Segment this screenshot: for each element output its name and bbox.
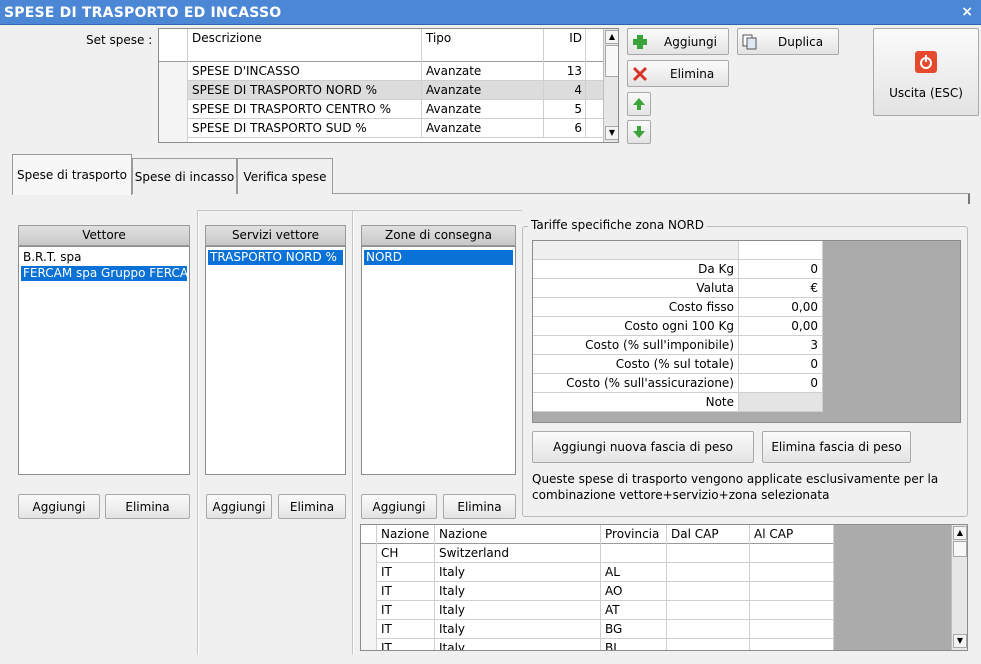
zone-aggiungi-button[interactable]: Aggiungi [361, 494, 437, 519]
zone-header: Zone di consegna [361, 225, 516, 246]
divider [352, 210, 354, 655]
set-spese-grid[interactable]: Descrizione Tipo ID SPESE D'INCASSO Avan… [158, 28, 619, 143]
title-bar: SPESE DI TRASPORTO ED INCASSO × [0, 0, 981, 25]
set-spese-scrollbar[interactable]: ▲ ▼ [603, 29, 618, 142]
col-tipo[interactable]: Tipo [422, 29, 544, 62]
vettore-aggiungi-button[interactable]: Aggiungi [18, 494, 100, 519]
divider [197, 210, 355, 212]
window-title: SPESE DI TRASPORTO ED INCASSO [4, 5, 282, 21]
divider [352, 210, 522, 212]
move-down-button[interactable] [627, 120, 651, 144]
duplica-label: Duplica [778, 34, 824, 49]
tab-strip: Spese di trasporto Spese di incasso Veri… [12, 154, 970, 195]
vettore-elimina-button[interactable]: Elimina [105, 494, 190, 519]
tariffe-rows: Da Kg 0 Valuta € Costo fisso 0,00 Costo … [533, 260, 823, 412]
vettore-list[interactable]: B.R.T. spa FERCAM spa Gruppo FERCAM [18, 246, 190, 475]
servizi-elimina-button[interactable]: Elimina [278, 494, 346, 519]
power-icon [915, 51, 937, 73]
nazioni-scrollbar[interactable]: ▲ ▼ [951, 525, 967, 650]
servizi-header: Servizi vettore [205, 225, 346, 246]
divider [968, 194, 970, 204]
aggiungi-fascia-button[interactable]: Aggiungi nuova fascia di peso [532, 431, 754, 463]
table-row-selected[interactable]: SPESE DI TRASPORTO NORD % Avanzate 4 [159, 81, 604, 100]
col-id[interactable]: ID [544, 29, 586, 62]
grid-header: Descrizione Tipo ID [159, 29, 604, 62]
elimina-label: Elimina [670, 66, 715, 81]
col-al-cap[interactable]: Al CAP [750, 525, 834, 544]
aggiungi-label: Aggiungi [664, 34, 717, 49]
table-row[interactable]: CH Switzerland [361, 544, 834, 563]
zone-list[interactable]: NORD [361, 246, 516, 475]
scroll-thumb[interactable] [953, 541, 967, 557]
elimina-fascia-button[interactable]: Elimina fascia di peso [762, 431, 911, 463]
uscita-label: Uscita (ESC) [889, 86, 963, 100]
col-dal-cap[interactable]: Dal CAP [667, 525, 750, 544]
arrow-up-icon [633, 98, 645, 110]
table-row[interactable]: SPESE DI TRASPORTO SUD % Avanzate 6 [159, 119, 604, 138]
table-row[interactable]: IT Italy AL [361, 563, 834, 582]
set-spese-label: Set spese : [86, 33, 153, 47]
tab-spese-trasporto[interactable]: Spese di trasporto [12, 154, 132, 195]
grid-header: Nazione Nazione Provincia Dal CAP Al CAP [361, 525, 834, 544]
servizi-aggiungi-button[interactable]: Aggiungi [206, 494, 272, 519]
table-row[interactable]: SPESE DI TRASPORTO CENTRO % Avanzate 5 [159, 100, 604, 119]
close-icon[interactable]: × [961, 4, 973, 20]
tab-spese-incasso[interactable]: Spese di incasso [132, 158, 237, 194]
list-item-selected[interactable]: NORD [364, 250, 513, 265]
aggiungi-button[interactable]: Aggiungi [627, 28, 729, 55]
move-up-button[interactable] [627, 92, 651, 116]
scroll-up-icon[interactable]: ▲ [605, 30, 618, 44]
divider [197, 210, 199, 655]
duplicate-icon [742, 34, 757, 49]
table-row[interactable]: IT Italy AO [361, 582, 834, 601]
table-row[interactable]: IT Italy AT [361, 601, 834, 620]
col-nazione-code[interactable]: Nazione [377, 525, 435, 544]
col-descrizione[interactable]: Descrizione [188, 29, 422, 62]
list-item-selected[interactable]: FERCAM spa Gruppo FERCAM [21, 266, 187, 281]
scroll-down-icon[interactable]: ▼ [953, 634, 967, 648]
plus-icon [633, 34, 647, 49]
list-item-selected[interactable]: TRASPORTO NORD % [208, 250, 343, 265]
zone-elimina-button[interactable]: Elimina [443, 494, 516, 519]
table-row[interactable]: IT Italy BG [361, 620, 834, 639]
tariffe-note-1: Queste spese di trasporto vengono applic… [532, 472, 939, 486]
duplica-button[interactable]: Duplica [737, 28, 839, 55]
col-nazione-name[interactable]: Nazione [435, 525, 601, 544]
uscita-button[interactable]: Uscita (ESC) [873, 28, 979, 116]
tariffe-col-header [739, 241, 823, 260]
table-row-partial [159, 138, 604, 142]
servizi-list[interactable]: TRASPORTO NORD % [205, 246, 346, 475]
tariffe-title: Tariffe specifiche zona NORD [528, 218, 707, 232]
scroll-thumb[interactable] [605, 45, 618, 77]
col-provincia[interactable]: Provincia [601, 525, 667, 544]
scroll-down-icon[interactable]: ▼ [605, 126, 618, 140]
tariffe-note-2: combinazione vettore+servizio+zona selez… [532, 488, 830, 502]
list-item[interactable]: B.R.T. spa [21, 250, 187, 265]
vettore-header: Vettore [18, 225, 190, 246]
arrow-down-icon [633, 126, 645, 138]
scroll-up-icon[interactable]: ▲ [953, 526, 967, 540]
delete-x-icon [632, 66, 648, 81]
tab-verifica-spese[interactable]: Verifica spese [237, 158, 333, 194]
table-row[interactable]: SPESE D'INCASSO Avanzate 13 [159, 62, 604, 81]
nazioni-grid[interactable]: Nazione Nazione Provincia Dal CAP Al CAP… [360, 524, 968, 651]
elimina-button[interactable]: Elimina [627, 60, 729, 87]
table-row[interactable]: IT Italy BI [361, 639, 834, 650]
